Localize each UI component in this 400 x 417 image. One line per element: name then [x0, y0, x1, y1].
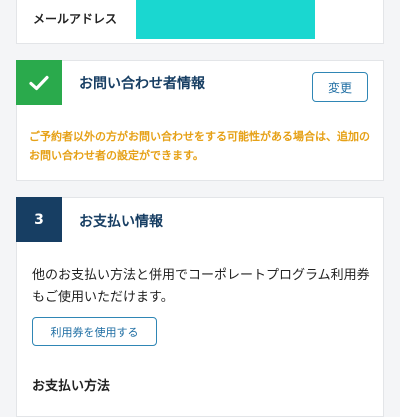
- email-card: メールアドレス: [16, 0, 384, 44]
- contact-info-card: お問い合わせ者情報 変更 ご予約者以外の方がお問い合わせをする可能性がある場合は…: [16, 60, 384, 181]
- payment-info-title: お支払い情報: [79, 214, 163, 230]
- corporate-program-description: 他のお支払い方法と併用でコーポレートプログラム利用券もご使用いただけます。: [32, 268, 370, 305]
- step-complete-badge: [16, 60, 62, 105]
- use-coupon-button[interactable]: 利用券を使用する: [32, 317, 157, 346]
- email-label: メールアドレス: [33, 12, 118, 26]
- step-number-badge: 3: [16, 197, 62, 242]
- additional-contact-notice: ご予約者以外の方がお問い合わせをする可能性がある場合は、追加のお問い合わせ者の設…: [29, 130, 370, 162]
- checkmark-icon: [29, 75, 49, 90]
- change-contact-button[interactable]: 変更: [312, 72, 368, 102]
- payment-method-heading: お支払い方法: [32, 379, 111, 394]
- payment-info-card: 3 お支払い情報 他のお支払い方法と併用でコーポレートプログラム利用券もご使用い…: [16, 197, 384, 417]
- email-value-masked: [136, 0, 315, 39]
- contact-info-title: お問い合わせ者情報: [79, 76, 205, 92]
